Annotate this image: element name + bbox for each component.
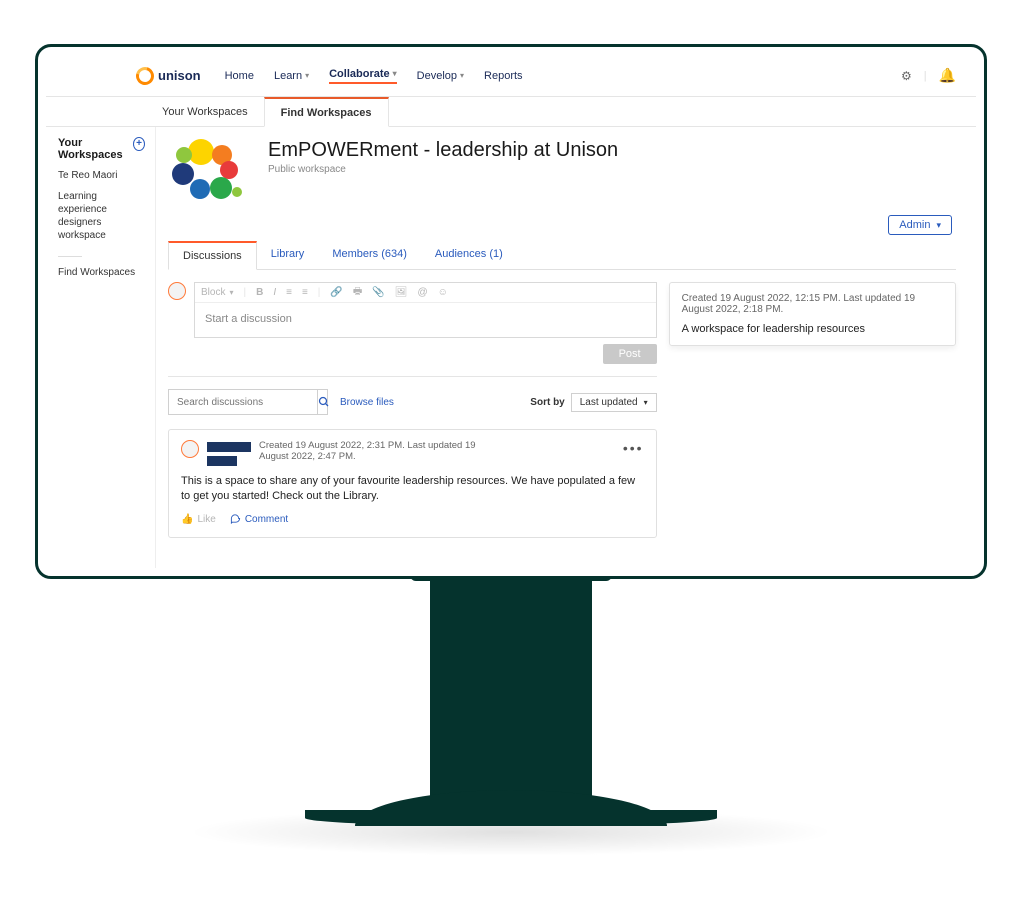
sidebar: Your Workspaces + Te Reo Maori Learning … bbox=[46, 127, 156, 568]
thumbs-up-icon: 👍 bbox=[181, 514, 193, 525]
tab-library[interactable]: Library bbox=[257, 241, 319, 269]
sidebar-heading: Your Workspaces + bbox=[58, 137, 145, 161]
post-avatar bbox=[181, 440, 199, 458]
nav-reports[interactable]: Reports bbox=[484, 70, 523, 82]
brand-logo[interactable]: unison bbox=[136, 67, 201, 85]
chevron-down-icon: ▾ bbox=[460, 71, 464, 80]
browse-files-link[interactable]: Browse files bbox=[340, 397, 394, 408]
block-format-dropdown[interactable]: Block▾ bbox=[201, 287, 233, 298]
post-meta: Created 19 August 2022, 2:31 PM. Last up… bbox=[259, 440, 479, 466]
tab-discussions[interactable]: Discussions bbox=[168, 241, 257, 270]
post-author-name-redacted bbox=[207, 442, 251, 452]
numbered-list-icon[interactable]: ≡ bbox=[302, 287, 308, 298]
tab-find-workspaces[interactable]: Find Workspaces bbox=[264, 97, 389, 127]
attachment-icon[interactable]: 📎 bbox=[372, 287, 384, 298]
print-icon[interactable]: 🖶 bbox=[353, 284, 362, 301]
top-nav: unison Home Learn▾ Collaborate▾ Develop▾… bbox=[46, 55, 976, 97]
search-input[interactable] bbox=[169, 390, 317, 414]
post-actions-menu-icon[interactable]: ••• bbox=[623, 440, 644, 466]
bold-icon[interactable]: B bbox=[256, 287, 263, 298]
compose-box: Block▾ | B I ≡ ≡ | 🔗 🖶 bbox=[194, 282, 657, 338]
workspace-info-description: A workspace for leadership resources bbox=[682, 323, 943, 335]
discussion-post: Created 19 August 2022, 2:31 PM. Last up… bbox=[168, 429, 657, 538]
compose-input[interactable]: Start a discussion bbox=[195, 303, 656, 337]
nav-learn[interactable]: Learn▾ bbox=[274, 70, 309, 82]
chevron-down-icon: ▾ bbox=[393, 69, 397, 78]
image-icon[interactable]: 🖼 bbox=[395, 287, 408, 298]
notifications-bell-icon[interactable]: 🔔 bbox=[939, 67, 956, 84]
nav-develop[interactable]: Develop▾ bbox=[417, 70, 464, 82]
workspace-subtabs: Your Workspaces Find Workspaces bbox=[46, 97, 976, 127]
post-body: This is a space to share any of your fav… bbox=[181, 474, 644, 505]
admin-dropdown-button[interactable]: Admin ▾ bbox=[888, 215, 952, 235]
divider: | bbox=[924, 70, 927, 82]
emoji-icon[interactable]: ☺ bbox=[438, 287, 448, 298]
main-content: EmPOWERment - leadership at Unison Publi… bbox=[156, 127, 976, 568]
monitor-frame: unison Home Learn▾ Collaborate▾ Develop▾… bbox=[35, 44, 987, 579]
logo-icon bbox=[133, 63, 158, 88]
workspace-visibility: Public workspace bbox=[268, 164, 618, 175]
tab-members[interactable]: Members (634) bbox=[318, 241, 421, 269]
italic-icon[interactable]: I bbox=[273, 287, 276, 298]
workspace-info-card: Created 19 August 2022, 12:15 PM. Last u… bbox=[669, 282, 956, 346]
link-icon[interactable]: 🔗 bbox=[330, 287, 342, 298]
chevron-down-icon: ▾ bbox=[936, 220, 941, 231]
chevron-down-icon: ▾ bbox=[305, 71, 309, 80]
post-button[interactable]: Post bbox=[603, 344, 657, 364]
comment-icon bbox=[230, 513, 241, 527]
brand-name: unison bbox=[158, 68, 201, 83]
tab-audiences[interactable]: Audiences (1) bbox=[421, 241, 517, 269]
sort-by-label: Sort by bbox=[530, 397, 564, 408]
comment-button[interactable]: Comment bbox=[230, 513, 288, 527]
sidebar-item-learning-designers[interactable]: Learning experience designers workspace bbox=[58, 190, 145, 242]
sidebar-find-workspaces[interactable]: Find Workspaces bbox=[58, 267, 135, 278]
workspace-info-meta: Created 19 August 2022, 12:15 PM. Last u… bbox=[682, 293, 943, 315]
add-workspace-icon[interactable]: + bbox=[133, 137, 145, 151]
mention-icon[interactable]: @ bbox=[417, 287, 427, 298]
settings-gear-icon[interactable]: ⚙ bbox=[901, 69, 912, 83]
bullet-list-icon[interactable]: ≡ bbox=[286, 287, 292, 298]
workspace-title: EmPOWERment - leadership at Unison bbox=[268, 139, 618, 162]
post-author-role-redacted bbox=[207, 456, 237, 466]
content-tabs: Discussions Library Members (634) Audien… bbox=[168, 241, 956, 270]
search-discussions bbox=[168, 389, 328, 415]
sidebar-item-te-reo[interactable]: Te Reo Maori bbox=[58, 169, 145, 182]
workspace-image bbox=[168, 139, 256, 207]
tab-your-workspaces[interactable]: Your Workspaces bbox=[146, 97, 264, 126]
nav-home[interactable]: Home bbox=[225, 70, 254, 82]
app-screen: unison Home Learn▾ Collaborate▾ Develop▾… bbox=[46, 55, 976, 568]
chevron-down-icon: ▾ bbox=[644, 398, 648, 407]
user-avatar bbox=[168, 282, 186, 300]
search-icon[interactable] bbox=[317, 390, 330, 414]
sort-dropdown[interactable]: Last updated ▾ bbox=[571, 393, 657, 412]
nav-collaborate[interactable]: Collaborate▾ bbox=[329, 68, 397, 84]
editor-toolbar: Block▾ | B I ≡ ≡ | 🔗 🖶 bbox=[195, 283, 656, 303]
like-button[interactable]: 👍 Like bbox=[181, 514, 216, 525]
sidebar-divider bbox=[58, 256, 82, 257]
